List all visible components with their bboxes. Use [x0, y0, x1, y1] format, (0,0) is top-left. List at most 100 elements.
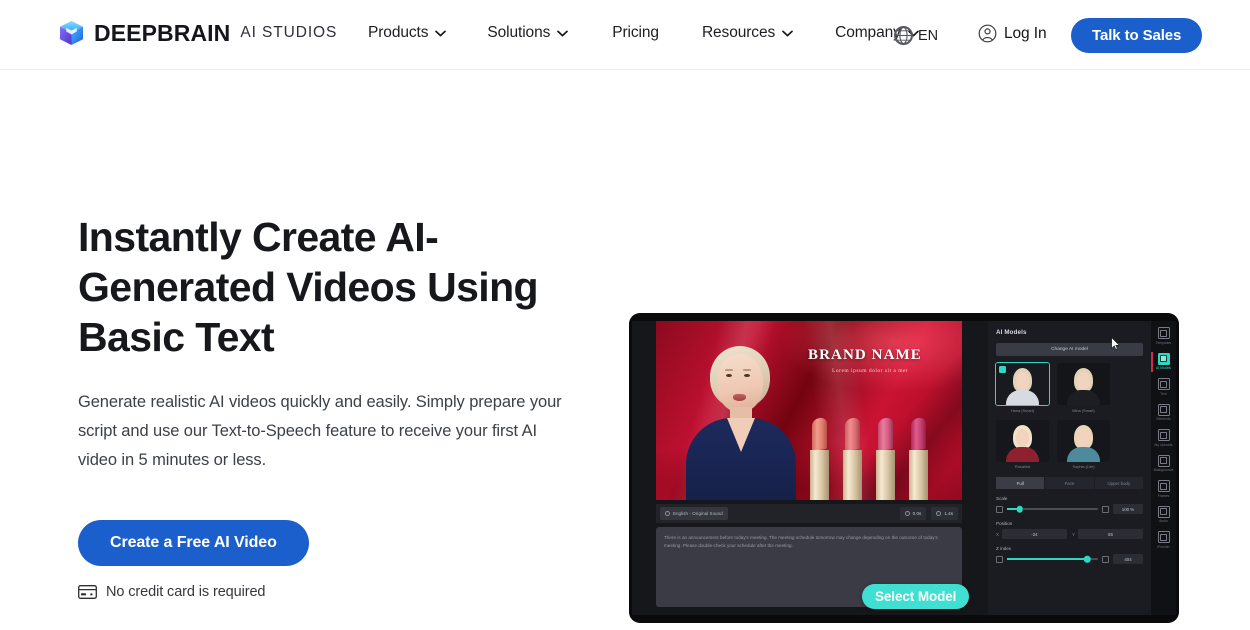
scale-label: Scale — [996, 496, 1008, 501]
rail-item-label: IPcenter — [1157, 544, 1170, 549]
editor-stage-column: BRAND NAME Lorem ipsum dolor sit a met E… — [632, 321, 988, 615]
lipstick-products — [810, 412, 960, 500]
rail-item-label: Templates — [1155, 340, 1172, 345]
ai-models-icon — [1157, 352, 1170, 365]
position-x-key: X — [996, 531, 999, 537]
ipcenter-icon — [1157, 531, 1170, 543]
globe-icon — [894, 26, 913, 45]
brand-logo-link[interactable]: DEEPBRAIN AI STUDIOS — [59, 20, 337, 46]
nav-item-label: Pricing — [612, 24, 659, 41]
ai-model-card[interactable]: Sophia (Lite) — [1057, 419, 1110, 469]
ai-avatar-presenter[interactable] — [680, 338, 802, 500]
nav-item-label: Products — [368, 24, 429, 41]
nav-item-label: Solutions — [487, 24, 551, 41]
nav-item-products[interactable]: Products — [368, 22, 447, 44]
panel-title: AI Models — [996, 329, 1027, 336]
tab-face[interactable]: Face — [1045, 477, 1094, 489]
nav-item-pricing[interactable]: Pricing — [612, 22, 659, 44]
ai-model-name: Rosalind — [1014, 464, 1031, 469]
z-index-label: Z index — [996, 546, 1012, 551]
lock-aspect-icon[interactable] — [1102, 505, 1109, 513]
ai-models-panel: AI Models Change AI model Hana (Smart) M… — [988, 321, 1151, 615]
rail-item-label: Elements — [1156, 417, 1171, 421]
scale-icon — [996, 505, 1003, 513]
rail-item-backgrounds[interactable]: Backgrounds — [1151, 452, 1176, 475]
cube-logo-icon — [59, 20, 84, 46]
canvas-brand-tagline: Lorem ipsum dolor sit a met — [832, 368, 908, 374]
position-label: Position — [996, 521, 1013, 526]
create-free-ai-video-button[interactable]: Create a Free AI Video — [78, 519, 309, 566]
credit-card-icon — [78, 584, 97, 599]
rail-item-ai-models[interactable]: AI Models — [1151, 350, 1176, 373]
rail-item-label: My Uploads — [1154, 442, 1173, 447]
ai-model-card[interactable]: Rosalind — [996, 419, 1049, 469]
hero-section: Instantly Create AI-Generated Videos Usi… — [0, 70, 1250, 630]
scale-slider[interactable] — [1007, 505, 1098, 513]
clock-icon — [904, 511, 910, 516]
ai-model-name: Mina (Smart) — [1072, 407, 1095, 413]
ai-model-name: Hana (Smart) — [1010, 407, 1035, 413]
sound-wave-icon — [665, 511, 670, 516]
avatar-mouth — [733, 394, 746, 401]
talk-to-sales-button[interactable]: Talk to Sales — [1071, 18, 1203, 53]
position-y-key: Y — [1072, 531, 1075, 537]
canvas-brand-title: BRAND NAME — [808, 347, 922, 363]
language-code: EN — [918, 27, 938, 44]
rail-item-elements[interactable]: Elements — [1151, 401, 1176, 424]
script-text: There is an announcement before today's … — [664, 535, 938, 549]
z-index-value[interactable]: 404 — [1113, 554, 1143, 564]
canvas-language-chip[interactable]: English - Original Sound — [660, 507, 728, 520]
video-canvas[interactable]: BRAND NAME Lorem ipsum dolor sit a met — [656, 321, 962, 500]
clock-icon — [936, 511, 942, 516]
my-uploads-icon — [1157, 429, 1170, 441]
login-label: Log In — [1004, 24, 1047, 42]
nav-item-resources[interactable]: Resources — [702, 22, 793, 44]
no-credit-card-label: No credit card is required — [106, 583, 266, 600]
z-index-control[interactable]: 404 — [996, 554, 1143, 564]
select-model-badge[interactable]: Select Model — [862, 584, 970, 609]
position-y-input[interactable]: 65 — [1077, 529, 1143, 539]
audio-icon — [1157, 505, 1170, 518]
chevron-down-icon — [782, 30, 793, 36]
crop-mode-tabs: Full Face Upper body — [996, 477, 1143, 489]
canvas-language-label: English - Original Sound — [673, 511, 723, 516]
scale-control[interactable]: 100 % — [996, 504, 1143, 514]
position-x-input[interactable]: -24 — [1001, 529, 1067, 539]
text-icon — [1157, 378, 1170, 390]
page-title: Instantly Create AI-Generated Videos Usi… — [78, 214, 539, 361]
rail-item-templates[interactable]: Templates — [1151, 324, 1176, 347]
rail-item-frames[interactable]: Frames — [1151, 477, 1176, 500]
rail-item-label: Text — [1160, 391, 1167, 396]
nav-item-label: Company — [835, 24, 901, 41]
login-button[interactable]: Log In — [978, 24, 1047, 43]
rail-item-label: Audio — [1159, 519, 1168, 523]
rail-item-label: Backgrounds — [1153, 468, 1174, 472]
hero-subcopy: Generate realistic AI videos quickly and… — [78, 393, 562, 469]
rail-item-text[interactable]: Text — [1151, 375, 1176, 398]
rail-item-ipcenter[interactable]: IPcenter — [1151, 528, 1176, 551]
bring-forward-icon[interactable] — [1102, 555, 1109, 563]
canvas-total-time[interactable]: 1.4s — [931, 507, 958, 520]
tab-upper-body[interactable]: Upper body — [1094, 477, 1143, 489]
canvas-current-time[interactable]: 0.0s — [899, 507, 927, 520]
ai-model-card[interactable]: Hana (Smart) — [995, 362, 1050, 413]
rail-item-my-uploads[interactable]: My Uploads — [1151, 426, 1176, 449]
change-ai-model-button[interactable]: Change AI model — [996, 343, 1143, 356]
user-circle-icon — [978, 24, 997, 43]
no-credit-card-note: No credit card is required — [78, 584, 598, 600]
brand-subtitle: AI STUDIOS — [240, 23, 338, 41]
nav-item-label: Resources — [701, 24, 776, 41]
rail-item-audio[interactable]: Audio — [1151, 503, 1176, 526]
script-editor[interactable]: There is an announcement before today's … — [656, 527, 970, 609]
language-selector[interactable]: EN — [893, 25, 938, 46]
ai-model-name: Sophia (Lite) — [1072, 464, 1095, 469]
elements-icon — [1157, 403, 1170, 416]
backgrounds-icon — [1157, 454, 1170, 467]
scale-value[interactable]: 100 % — [1113, 504, 1143, 514]
ai-model-card[interactable]: Mina (Smart) — [1057, 363, 1110, 413]
tab-full[interactable]: Full — [996, 477, 1045, 489]
ai-model-grid: Hana (Smart) Mina (Smart) Rosalind Sophi… — [995, 362, 1143, 469]
nav-item-solutions[interactable]: Solutions — [487, 22, 569, 44]
z-index-slider[interactable] — [1007, 555, 1098, 563]
hero-copy-block: Instantly Create AI-Generated Videos Usi… — [78, 212, 598, 600]
